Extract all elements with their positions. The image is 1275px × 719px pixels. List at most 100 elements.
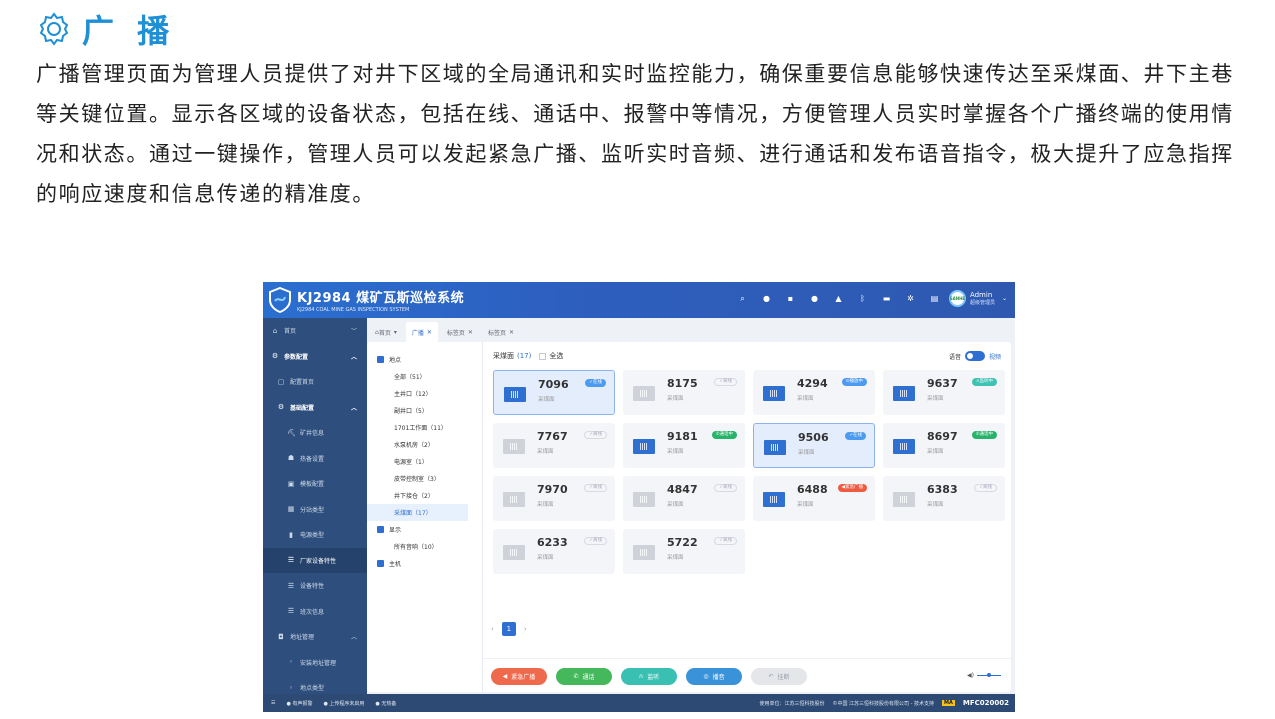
status-support: ©中国 江苏三恒科技股份有限公司 - 技术支持 — [832, 700, 935, 707]
user-menu[interactable]: SANHE Admin 超级管理员 ⌄ — [948, 290, 1007, 307]
tree-leaf[interactable]: 水泵机房（2） — [367, 436, 482, 453]
speaker-device-icon — [504, 387, 526, 402]
action-button-3[interactable]: ◎ 播音 — [686, 668, 742, 685]
bell-icon[interactable]: ▲ — [834, 294, 843, 303]
sidebar-item-2[interactable]: ▢ 配置首页 — [263, 369, 367, 395]
action-button-2[interactable]: ∩ 监听 — [621, 668, 677, 685]
tree-leaf[interactable]: 采煤面（17） — [367, 504, 468, 521]
status-bar: ☰ ● 有声报警 ● 上传程序未启用 ● 无热备 使用单位：江苏三恒科技股份 ©中国… — [263, 694, 1015, 712]
device-card[interactable]: 8175 采煤面 ✓离线 — [623, 370, 745, 415]
tree-leaf[interactable]: 皮带控制室（3） — [367, 470, 482, 487]
device-card[interactable]: 9181 采煤面 ✆通话中 — [623, 423, 745, 468]
volume-control[interactable]: ◀) — [967, 672, 1001, 679]
status-badge: ✓在线 — [585, 379, 606, 387]
next-page-button[interactable]: › — [524, 625, 527, 633]
tree-group-display[interactable]: 显示 — [367, 521, 482, 538]
chevron-down-icon[interactable]: ⌄ — [1002, 295, 1007, 302]
volume-slider[interactable] — [977, 673, 1001, 677]
device-card[interactable]: 7970 采煤面 ✓离线 — [493, 476, 615, 521]
search-icon[interactable]: ⌕ — [738, 294, 747, 303]
sidebar-item-label: 首页 — [284, 328, 297, 336]
device-location: 采煤面 — [538, 397, 555, 403]
sidebar-item-11[interactable]: ☰ 班次信息 — [263, 599, 367, 625]
tab-3[interactable]: 标签页 ✕ — [482, 322, 520, 342]
tree-leaf[interactable]: 主井口（12） — [367, 385, 482, 402]
sidebar-item-label: 电源类型 — [300, 532, 325, 540]
sidebar-item-3[interactable]: ⚙ 基础配置 ︿ — [263, 395, 367, 421]
sidebar-item-10[interactable]: ☰ 设备特性 — [263, 573, 367, 599]
device-content: 采煤面 (17) 全选 语音 视频 7096 采煤面 ✓在线 8175 采煤面 ✓离线 42… — [483, 342, 1011, 692]
status-item[interactable]: ● 上传程序未启用 — [323, 700, 364, 707]
chart-icon[interactable]: ▪ — [786, 294, 795, 303]
sidebar-item-13[interactable]: ◦ 安装地址管理 — [263, 650, 367, 676]
device-card[interactable]: 7767 采煤面 ✓离线 — [493, 423, 615, 468]
device-card[interactable]: 8697 采煤面 ✆通话中 — [883, 423, 1005, 468]
tree-leaf[interactable]: 副井口（5） — [367, 402, 482, 419]
speaker-device-icon — [763, 492, 785, 507]
device-card[interactable]: 7096 采煤面 ✓在线 — [493, 370, 615, 415]
action-button-0[interactable]: ◀ 紧急广播 — [491, 668, 547, 685]
device-id: 9181 — [667, 430, 698, 443]
status-badge: ✓离线 — [584, 537, 607, 545]
page-1-button[interactable]: 1 — [501, 622, 516, 636]
device-card[interactable]: 9637 采煤面 ∩监听中 — [883, 370, 1005, 415]
tab-0[interactable]: ⌂ 首页 ▾ — [369, 322, 403, 342]
device-location: 采煤面 — [537, 449, 554, 455]
close-icon[interactable]: ✕ — [427, 329, 432, 336]
device-card[interactable]: 6488 采煤面 ◀紧急广播 — [753, 476, 875, 521]
sidebar-item-0[interactable]: ⌂ 首页 ﹀ — [263, 318, 367, 344]
device-card[interactable]: 5722 采煤面 ✓离线 — [623, 529, 745, 574]
status-item-label: 上传程序未启用 — [329, 700, 365, 707]
minus-square-icon — [377, 526, 384, 533]
device-id: 8697 — [927, 430, 958, 443]
sidebar-item-8[interactable]: ▮ 电源类型 — [263, 522, 367, 548]
tab-label: 广播 — [411, 329, 424, 337]
status-item[interactable]: ● 无热备 — [375, 700, 396, 707]
clock-icon[interactable]: ● — [762, 294, 771, 303]
action-icon: ◀ — [502, 673, 508, 680]
status-item[interactable]: ● 有声报警 — [286, 700, 312, 707]
sidebar-item-1[interactable]: ⚙ 参数配置 ︿ — [263, 344, 367, 370]
location-icon[interactable]: ● — [810, 294, 819, 303]
close-icon[interactable]: ✕ — [509, 329, 514, 336]
section-paragraph: 广播管理页面为管理人员提供了对井下区域的全局通讯和实时监控能力，确保重要信息能够… — [36, 62, 1234, 206]
tree-leaf[interactable]: 全部（51） — [367, 368, 482, 385]
sidebar-item-9[interactable]: ☰ 厂家设备特性 — [263, 547, 367, 573]
device-card[interactable]: 6233 采煤面 ✓离线 — [493, 529, 615, 574]
speaker-device-icon — [503, 545, 525, 560]
tree-leaf[interactable]: 电源室（1） — [367, 453, 482, 470]
bluetooth-icon[interactable]: ᛒ — [858, 294, 867, 303]
menu-icon[interactable]: ☰ — [271, 700, 275, 706]
sidebar-item-label: 配置首页 — [290, 379, 315, 387]
document-icon[interactable]: ▤ — [930, 294, 939, 303]
device-card[interactable]: 4294 采煤面 ⊙播放中 — [753, 370, 875, 415]
tree-leaf[interactable]: 所有音响（10） — [367, 538, 482, 555]
tree-group-host[interactable]: 主机 — [367, 555, 482, 572]
device-card[interactable]: 9506 采煤面 ✓在线 — [753, 423, 875, 468]
tree-group-location[interactable]: 地点 — [367, 351, 482, 368]
tree-leaf[interactable]: 井下接仓（2） — [367, 487, 482, 504]
action-button-1[interactable]: ✆ 通话 — [556, 668, 612, 685]
sidebar-item-12[interactable]: ◘ 地址管理 ︿ — [263, 624, 367, 650]
app-header: KJ2984 煤矿瓦斯巡检系统 KJ2984 COAL MINE GAS INS… — [263, 282, 1015, 318]
device-card[interactable]: 6383 采煤面 ✓离线 — [883, 476, 1005, 521]
mode-switch[interactable] — [964, 351, 985, 361]
display-icon[interactable]: ▬ — [882, 294, 891, 303]
sidebar-item-4[interactable]: ⛏ 矿井信息 — [263, 420, 367, 446]
tab-1[interactable]: 广播 ✕ — [405, 322, 438, 342]
close-icon[interactable]: ✕ — [468, 329, 473, 336]
action-button-4[interactable]: ↶ 挂断 — [751, 668, 807, 685]
sidebar-item-5[interactable]: ☗ 热备设置 — [263, 446, 367, 472]
sidebar-item-6[interactable]: ▣ 模板配置 — [263, 471, 367, 497]
minus-square-icon — [377, 356, 384, 363]
tree-leaf[interactable]: 1701工作面（11） — [367, 419, 482, 436]
status-badge: ✓离线 — [714, 537, 737, 545]
settings-icon[interactable]: ✲ — [906, 294, 915, 303]
user-role: 超级管理员 — [969, 300, 995, 306]
select-all-checkbox[interactable] — [539, 352, 547, 360]
tab-2[interactable]: 标签页 ✕ — [441, 322, 479, 342]
prev-page-button[interactable]: ‹ — [491, 625, 494, 633]
device-card[interactable]: 4847 采煤面 ✓离线 — [623, 476, 745, 521]
sidebar-item-7[interactable]: ▦ 分站类型 — [263, 497, 367, 523]
chevron-down-icon[interactable]: ▾ — [394, 329, 397, 336]
